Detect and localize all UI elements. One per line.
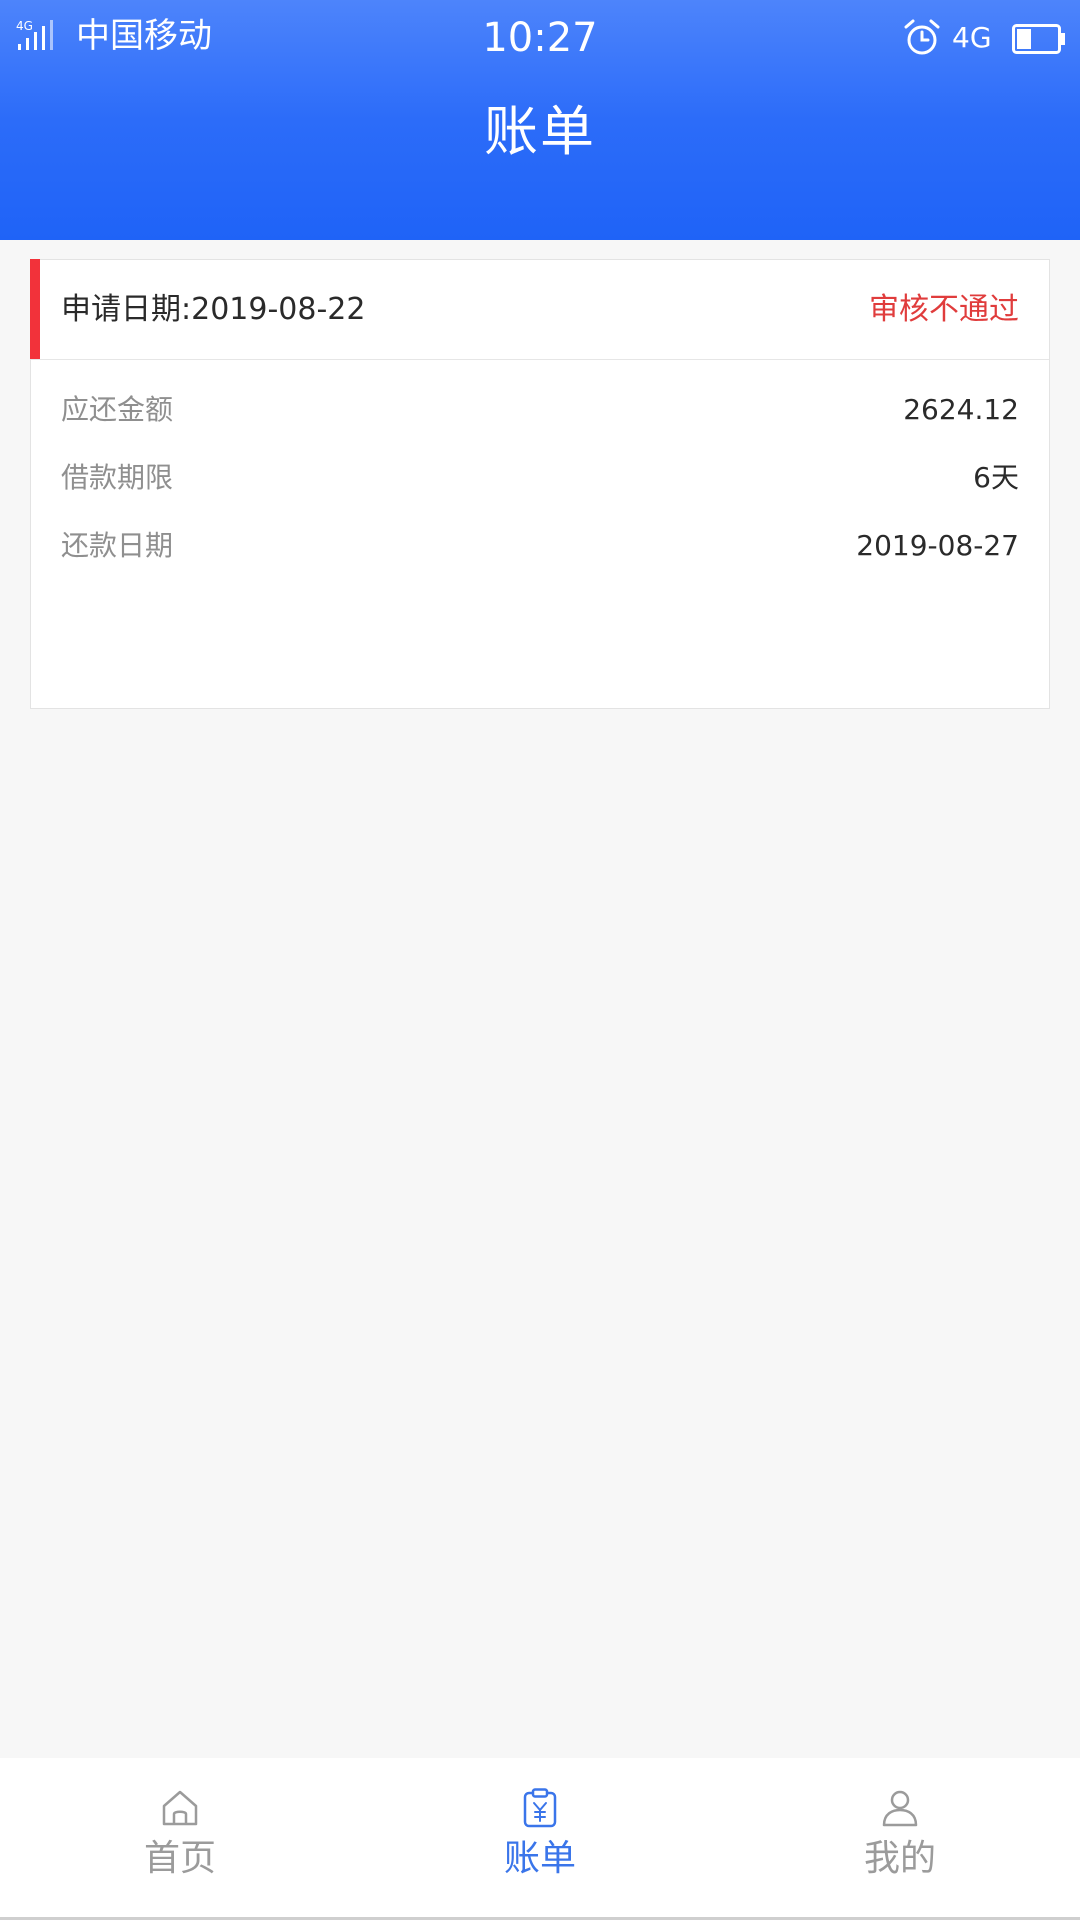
- alarm-clock-icon: [904, 19, 940, 55]
- battery-icon: [1012, 24, 1065, 54]
- bill-row-term: 借款期限 6天: [61, 458, 1019, 498]
- nav-item-mine[interactable]: 我的: [720, 1758, 1080, 1920]
- nav-item-home[interactable]: 首页: [0, 1758, 360, 1920]
- amount-value: 2624.12: [903, 393, 1019, 426]
- term-value: 6天: [973, 461, 1019, 494]
- due-date-label: 还款日期: [61, 529, 174, 562]
- status-badge: 审核不通过: [869, 292, 1019, 327]
- nav-label-home: 首页: [143, 1838, 216, 1879]
- user-icon: [882, 1790, 918, 1827]
- nav-item-bill[interactable]: 账单: [360, 1758, 720, 1920]
- nav-label-bill: 账单: [503, 1838, 576, 1879]
- home-icon: [162, 1790, 198, 1826]
- status-bar: 4G 中国移动 10:27 4G: [0, 0, 1080, 78]
- bill-card-header: 申请日期:2019-08-22 审核不通过: [31, 260, 1049, 360]
- page-title: 账单: [484, 100, 596, 163]
- bill-row-amount: 应还金额 2624.12: [61, 390, 1019, 430]
- amount-label: 应还金额: [61, 393, 174, 426]
- bill-row-due-date: 还款日期 2019-08-27: [61, 526, 1019, 566]
- due-date-value: 2019-08-27: [856, 529, 1019, 562]
- app-root: 4G 中国移动 10:27 4G 账单 申请日期:2019-08-22 审核不通…: [0, 0, 1080, 1920]
- network-type: 4G: [952, 21, 992, 54]
- status-accent-bar: [30, 259, 40, 359]
- apply-date: 申请日期:2019-08-22: [61, 292, 366, 327]
- bottom-nav: 首页 账单 我的: [0, 1758, 1080, 1920]
- term-label: 借款期限: [61, 461, 174, 494]
- nav-label-mine: 我的: [863, 1838, 936, 1879]
- header: 4G 中国移动 10:27 4G 账单: [0, 0, 1080, 240]
- bill-icon: [523, 1788, 557, 1828]
- bill-card[interactable]: 申请日期:2019-08-22 审核不通过 应还金额 2624.12 借款期限 …: [30, 259, 1050, 709]
